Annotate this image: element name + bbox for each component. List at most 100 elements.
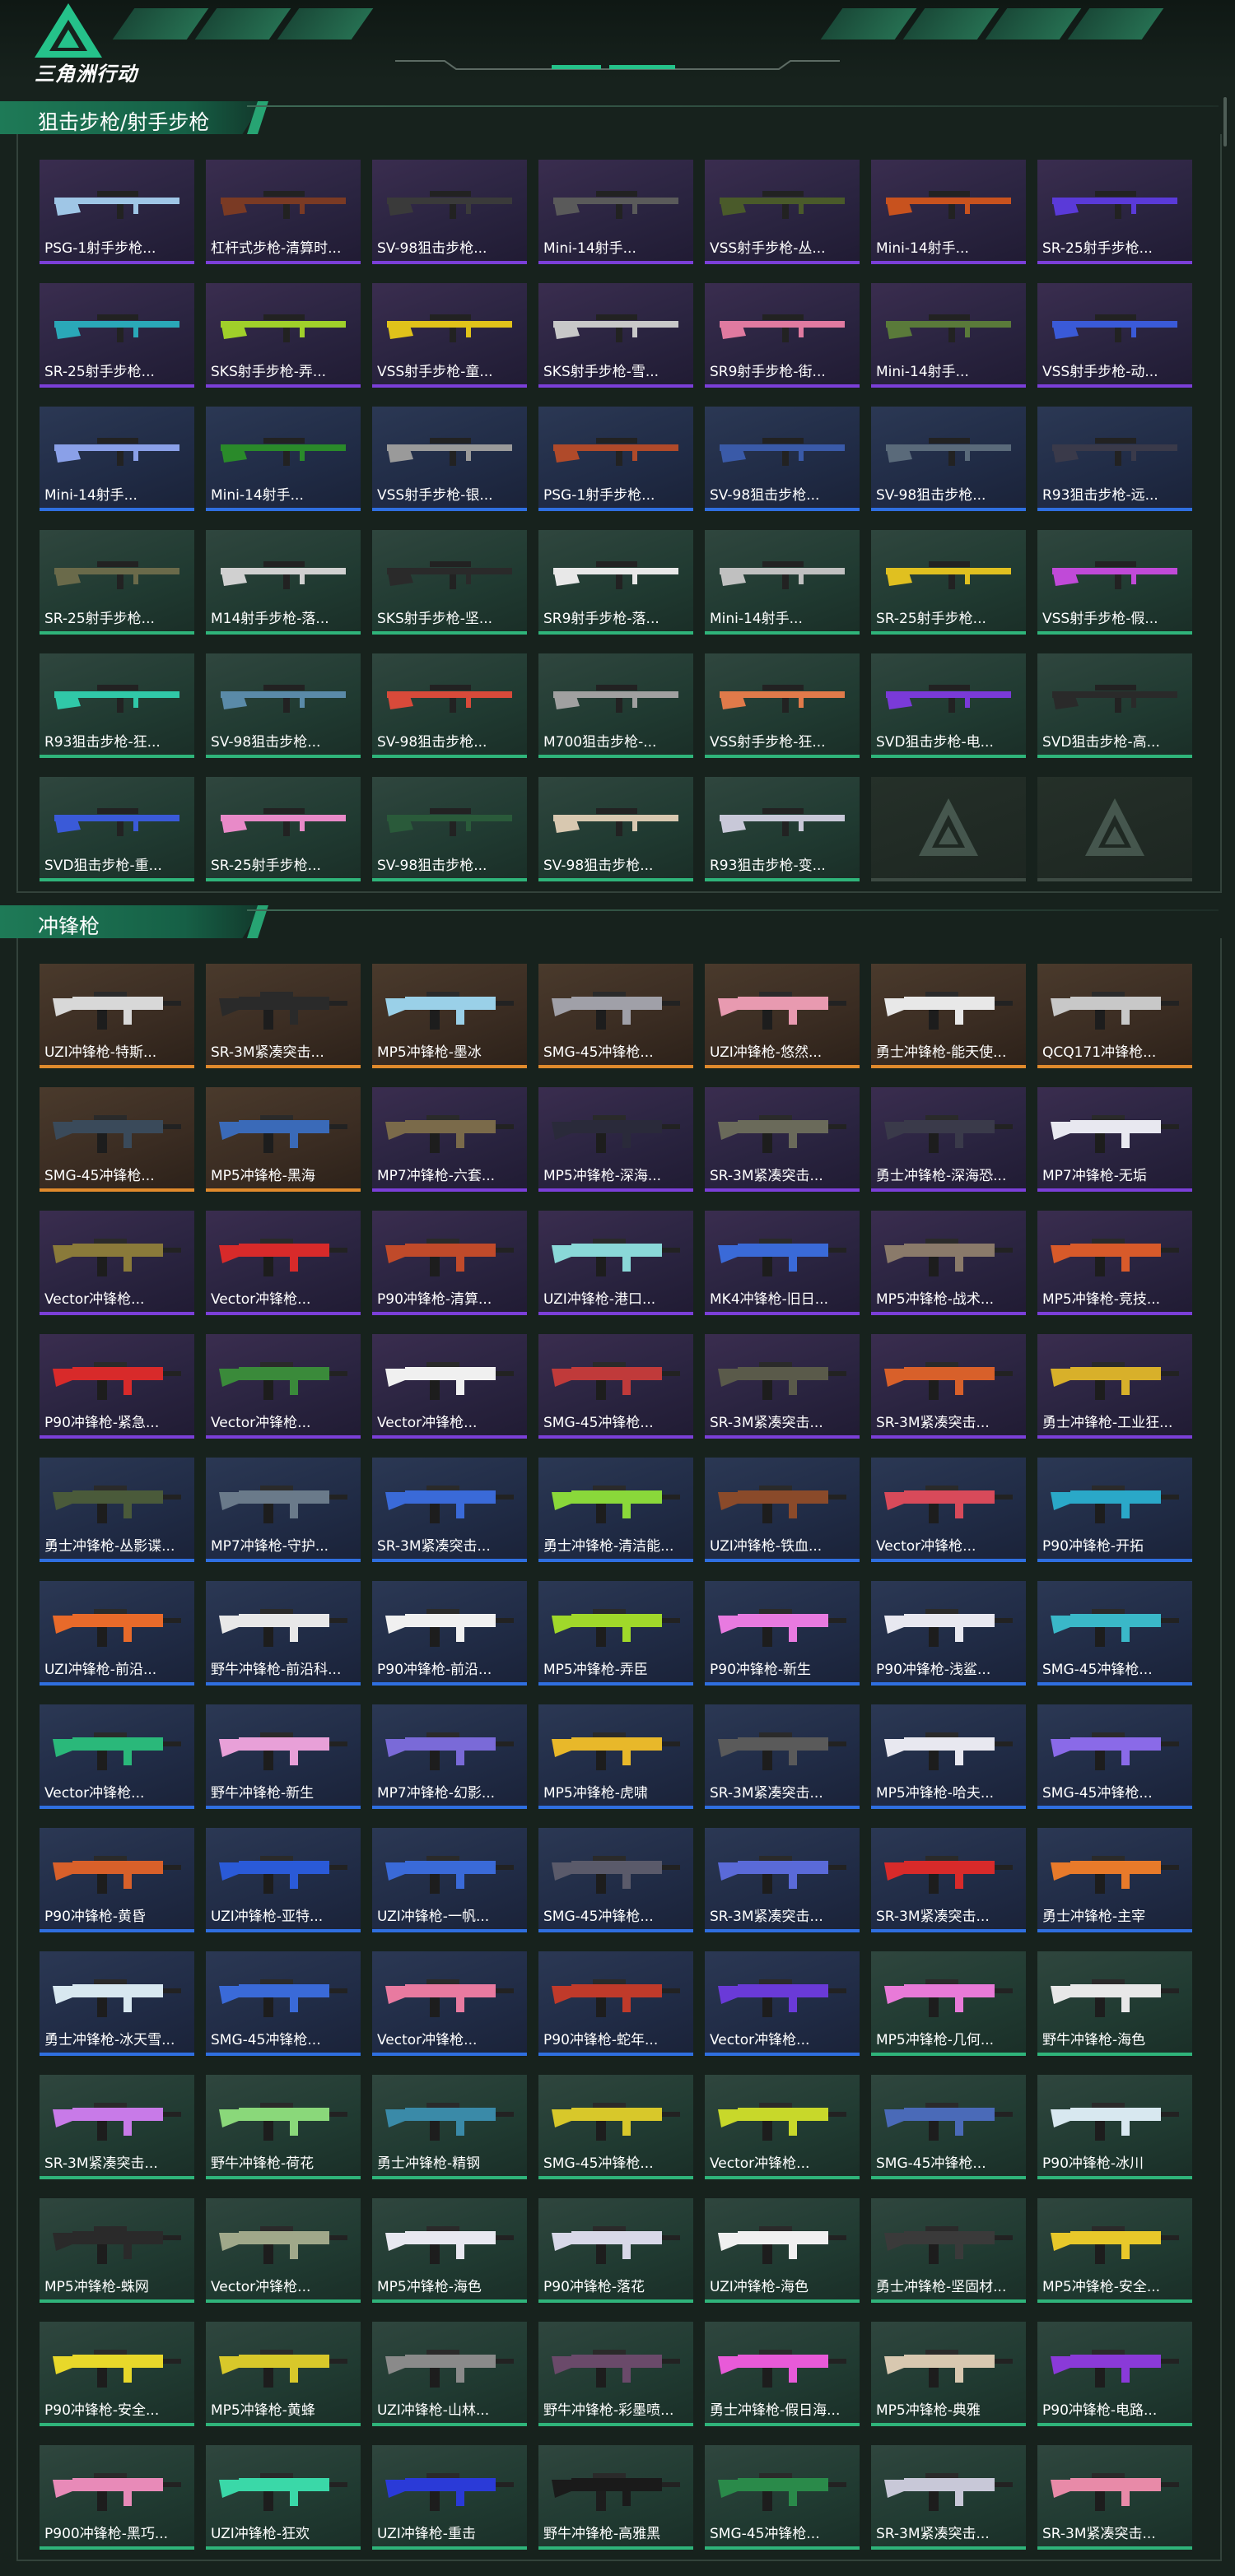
weapon-card[interactable]: UZI冲锋枪-山林... — [372, 2322, 527, 2426]
weapon-card[interactable]: P90冲锋枪-开拓 — [1037, 1458, 1192, 1562]
weapon-card[interactable]: 勇士冲锋枪-丛影谍... — [40, 1458, 194, 1562]
weapon-card[interactable]: SR-25射手步枪... — [40, 283, 194, 388]
weapon-card[interactable]: MP5冲锋枪-典雅 — [871, 2322, 1026, 2426]
weapon-card[interactable]: Vector冲锋枪... — [206, 1334, 361, 1439]
weapon-card[interactable]: SKS射手步枪-坚... — [372, 530, 527, 635]
weapon-card[interactable]: SV-98狙击步枪... — [538, 777, 693, 881]
weapon-card[interactable]: R93狙击步枪-狂... — [40, 653, 194, 758]
weapon-card[interactable]: MP7冲锋枪-幻影... — [372, 1704, 527, 1809]
weapon-card[interactable]: SV-98狙击步枪... — [372, 653, 527, 758]
weapon-card[interactable]: SMG-45冲锋枪... — [538, 1334, 693, 1439]
weapon-card[interactable]: SV-98狙击步枪... — [372, 160, 527, 264]
weapon-card[interactable]: P90冲锋枪-清算... — [372, 1211, 527, 1315]
weapon-card[interactable]: SMG-45冲锋枪... — [705, 2445, 860, 2550]
weapon-card[interactable]: VSS射手步枪-动... — [1037, 283, 1192, 388]
weapon-card[interactable]: Mini-14射手... — [871, 160, 1026, 264]
weapon-card[interactable]: P90冲锋枪-前沿... — [372, 1581, 527, 1686]
weapon-card[interactable]: P90冲锋枪-安全... — [40, 2322, 194, 2426]
weapon-card[interactable]: SMG-45冲锋枪... — [538, 1828, 693, 1932]
weapon-card[interactable]: M700狙击步枪-... — [538, 653, 693, 758]
weapon-card[interactable]: MP5冲锋枪-虎啸 — [538, 1704, 693, 1809]
weapon-card[interactable]: SR-3M紧凑突击... — [1037, 2445, 1192, 2550]
weapon-card[interactable]: SR9射手步枪-落... — [538, 530, 693, 635]
weapon-card[interactable]: VSS射手步枪-丛... — [705, 160, 860, 264]
weapon-card[interactable]: Vector冲锋枪... — [206, 2198, 361, 2303]
weapon-card[interactable]: SR-3M紧凑突击... — [206, 964, 361, 1068]
weapon-card[interactable]: Mini-14射手... — [871, 283, 1026, 388]
weapon-card[interactable]: 野牛冲锋枪-海色 — [1037, 1951, 1192, 2056]
weapon-card[interactable]: VSS射手步枪-假... — [1037, 530, 1192, 635]
weapon-card[interactable]: SR-3M紧凑突击... — [40, 2075, 194, 2179]
weapon-card[interactable]: MP5冲锋枪-竞技... — [1037, 1211, 1192, 1315]
weapon-card[interactable]: SMG-45冲锋枪... — [871, 2075, 1026, 2179]
weapon-card[interactable]: Mini-14射手... — [40, 407, 194, 511]
weapon-card[interactable]: MP5冲锋枪-哈夫... — [871, 1704, 1026, 1809]
weapon-card[interactable]: 野牛冲锋枪-高雅黑 — [538, 2445, 693, 2550]
weapon-card[interactable]: SKS射手步枪-雪... — [538, 283, 693, 388]
weapon-card[interactable]: Vector冲锋枪... — [705, 1951, 860, 2056]
weapon-card[interactable]: MP5冲锋枪-黑海 — [206, 1087, 361, 1192]
weapon-card[interactable]: MP5冲锋枪-深海... — [538, 1087, 693, 1192]
weapon-card[interactable]: SR-3M紧凑突击... — [871, 1828, 1026, 1932]
weapon-card[interactable]: SV-98狙击步枪... — [871, 407, 1026, 511]
weapon-card[interactable]: PSG-1射手步枪... — [40, 160, 194, 264]
weapon-card[interactable]: UZI冲锋枪-铁血... — [705, 1458, 860, 1562]
weapon-card[interactable]: MP5冲锋枪-蛛网 — [40, 2198, 194, 2303]
weapon-card[interactable]: 勇士冲锋枪-假日海... — [705, 2322, 860, 2426]
weapon-card[interactable]: SVD狙击步枪-重... — [40, 777, 194, 881]
weapon-card[interactable]: 勇士冲锋枪-工业狂... — [1037, 1334, 1192, 1439]
weapon-card[interactable]: SMG-45冲锋枪... — [206, 1951, 361, 2056]
weapon-card[interactable]: 勇士冲锋枪-深海恐... — [871, 1087, 1026, 1192]
weapon-card[interactable]: UZI冲锋枪-一帆... — [372, 1828, 527, 1932]
weapon-card[interactable]: Vector冲锋枪... — [40, 1211, 194, 1315]
weapon-card[interactable]: 野牛冲锋枪-彩墨喷... — [538, 2322, 693, 2426]
weapon-card[interactable]: R93狙击步枪-远... — [1037, 407, 1192, 511]
weapon-card[interactable]: P90冲锋枪-新生 — [705, 1581, 860, 1686]
weapon-card[interactable]: 野牛冲锋枪-前沿科... — [206, 1581, 361, 1686]
weapon-card[interactable]: UZI冲锋枪-重击 — [372, 2445, 527, 2550]
weapon-card[interactable]: MP5冲锋枪-黄蜂 — [206, 2322, 361, 2426]
weapon-card[interactable]: MP7冲锋枪-无垢 — [1037, 1087, 1192, 1192]
weapon-card[interactable]: Mini-14射手... — [538, 160, 693, 264]
weapon-card[interactable]: VSS射手步枪-狂... — [705, 653, 860, 758]
weapon-card[interactable]: 勇士冲锋枪-能天使... — [871, 964, 1026, 1068]
weapon-card[interactable]: UZI冲锋枪-狂欢 — [206, 2445, 361, 2550]
weapon-card[interactable]: Vector冲锋枪... — [871, 1458, 1026, 1562]
weapon-card[interactable]: Vector冲锋枪... — [705, 2075, 860, 2179]
weapon-card[interactable]: Vector冲锋枪... — [206, 1211, 361, 1315]
weapon-card[interactable]: Mini-14射手... — [705, 530, 860, 635]
weapon-card[interactable]: SV-98狙击步枪... — [372, 777, 527, 881]
weapon-card[interactable]: P900冲锋枪-黑巧... — [40, 2445, 194, 2550]
weapon-card[interactable]: UZI冲锋枪-港口... — [538, 1211, 693, 1315]
weapon-card[interactable]: SMG-45冲锋枪... — [1037, 1704, 1192, 1809]
weapon-card[interactable]: SR-25射手步枪... — [206, 777, 361, 881]
weapon-card[interactable]: 野牛冲锋枪-新生 — [206, 1704, 361, 1809]
weapon-card[interactable]: SR-3M紧凑突击... — [705, 1828, 860, 1932]
weapon-card[interactable]: SVD狙击步枪-高... — [1037, 653, 1192, 758]
weapon-card[interactable]: MP5冲锋枪-几何... — [871, 1951, 1026, 2056]
weapon-card[interactable]: SMG-45冲锋枪... — [40, 1087, 194, 1192]
weapon-card[interactable]: M14射手步枪-落... — [206, 530, 361, 635]
weapon-card[interactable]: SR-3M紧凑突击... — [372, 1458, 527, 1562]
weapon-card[interactable]: SR-3M紧凑突击... — [871, 2445, 1026, 2550]
weapon-card[interactable]: Vector冲锋枪... — [372, 1334, 527, 1439]
weapon-card[interactable]: 野牛冲锋枪-荷花 — [206, 2075, 361, 2179]
weapon-card[interactable]: SR-3M紧凑突击... — [705, 1334, 860, 1439]
weapon-card[interactable]: SV-98狙击步枪... — [206, 653, 361, 758]
weapon-card[interactable]: PSG-1射手步枪... — [538, 407, 693, 511]
weapon-card[interactable]: MP7冲锋枪-守护... — [206, 1458, 361, 1562]
weapon-card[interactable]: 勇士冲锋枪-坚固材... — [871, 2198, 1026, 2303]
weapon-card[interactable]: SR9射手步枪-街... — [705, 283, 860, 388]
weapon-card[interactable]: 勇士冲锋枪-清洁能... — [538, 1458, 693, 1562]
weapon-card[interactable]: P90冲锋枪-落花 — [538, 2198, 693, 2303]
weapon-card[interactable]: UZI冲锋枪-特斯... — [40, 964, 194, 1068]
weapon-card[interactable]: VSS射手步枪-童... — [372, 283, 527, 388]
weapon-card[interactable]: Vector冲锋枪... — [40, 1704, 194, 1809]
weapon-card[interactable]: P90冲锋枪-冰川 — [1037, 2075, 1192, 2179]
weapon-card[interactable]: MP5冲锋枪-战术... — [871, 1211, 1026, 1315]
weapon-card[interactable]: QCQ171冲锋枪... — [1037, 964, 1192, 1068]
weapon-card[interactable]: VSS射手步枪-银... — [372, 407, 527, 511]
weapon-card[interactable]: SR-3M紧凑突击... — [871, 1334, 1026, 1439]
weapon-card[interactable]: SR-25射手步枪... — [40, 530, 194, 635]
weapon-card[interactable]: SMG-45冲锋枪... — [538, 964, 693, 1068]
